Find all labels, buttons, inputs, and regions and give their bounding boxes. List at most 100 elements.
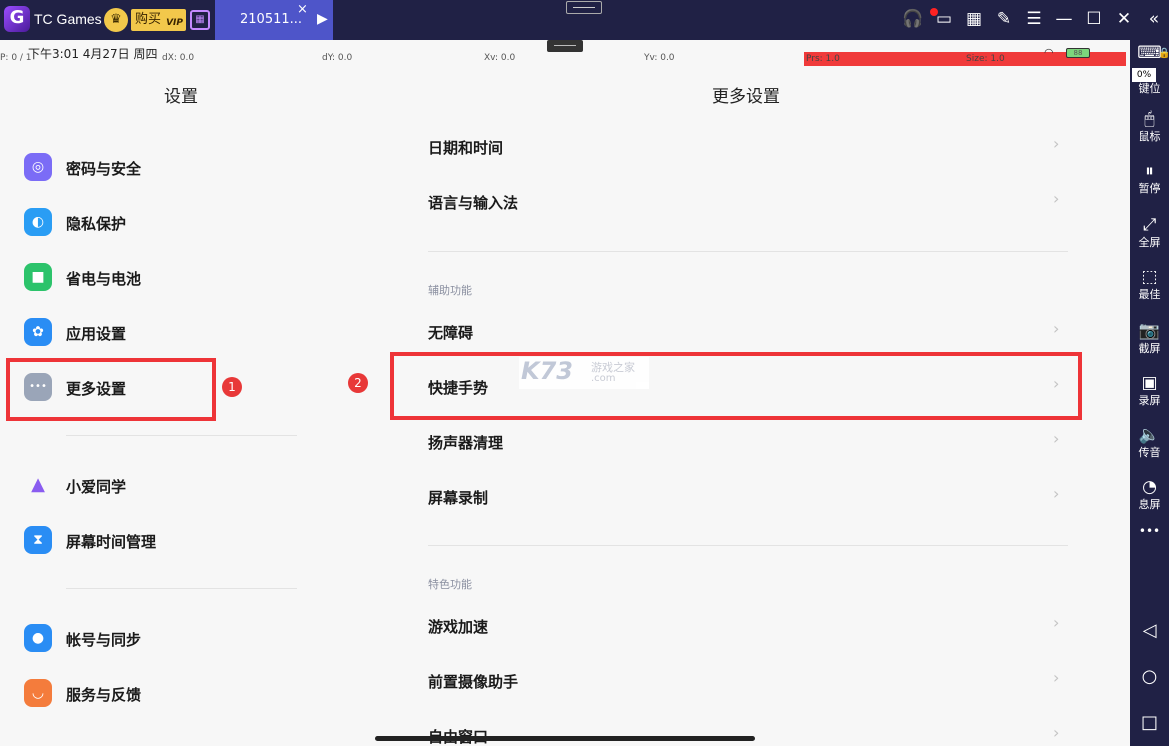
pause-icon: ⏸ (1145, 161, 1154, 181)
fullscreen-button[interactable]: ⤢ 全屏 (1130, 214, 1169, 249)
mouse-button[interactable]: 🖱 鼠标 (1130, 108, 1169, 143)
mouse-label: 鼠标 (1138, 130, 1161, 143)
settings-item-label: 密码与安全 (66, 160, 142, 178)
highlight-box-2 (390, 352, 1082, 420)
collapse-icon[interactable]: « (1142, 9, 1166, 29)
keymap-label: 键位 (1138, 82, 1161, 95)
mouse-icon: 🖱 (1144, 109, 1155, 129)
tab-arrow-icon[interactable]: ▶ (317, 11, 328, 27)
crown-icon[interactable]: ♛ (104, 8, 128, 32)
xv-readout: Xv: 0.0 (484, 53, 516, 63)
pointer-count: P: 0 / 1 (0, 53, 32, 63)
chevron-right-icon: › (1053, 189, 1060, 208)
watermark: K73 游戏之家 .com (519, 357, 649, 389)
maximize-icon[interactable]: ☐ (1082, 9, 1106, 29)
record-button[interactable]: ▣ 录屏 (1130, 372, 1169, 407)
highlight-box-1 (6, 358, 216, 421)
pin-icon[interactable]: ✎ (992, 9, 1016, 29)
home-icon[interactable]: ○ (1130, 666, 1169, 687)
battery-icon: 88 (1066, 48, 1090, 58)
prs-readout: Prs: 1.0 (806, 54, 840, 64)
watermark-domain: .com (591, 373, 616, 384)
yv-readout: Yv: 0.0 (644, 53, 675, 63)
pause-button[interactable]: ⏸ 暂停 (1130, 160, 1169, 195)
settings-item-label: 屏幕时间管理 (66, 533, 157, 551)
size-readout: Size: 1.0 (966, 54, 1005, 64)
keymap-label-wrap[interactable]: 键位 (1130, 82, 1169, 95)
settings-item-label: 隐私保护 (66, 215, 127, 233)
close-icon[interactable]: ✕ (1112, 9, 1136, 29)
chevron-right-icon: › (1053, 668, 1060, 687)
xiaoai-icon: ▲ (31, 474, 45, 495)
more-settings-title: 更多设置 (712, 87, 780, 107)
settings-row-accessibility[interactable]: 无障碍 (428, 322, 473, 343)
window-handle[interactable] (547, 40, 583, 52)
grid-icon[interactable]: ▦ (962, 9, 986, 29)
title-bar: G TC Games ♛ 购买 VIP ▦ 210511... × ▶ 🎧 ▭ ▦… (0, 0, 1169, 40)
divider (428, 545, 1068, 546)
feedback-icon: ◡ (24, 679, 52, 707)
vip-label: VIP (166, 18, 183, 28)
chat-icon[interactable]: ▭ (932, 9, 956, 29)
chevron-right-icon: › (1053, 429, 1060, 448)
settings-item-label: 服务与反馈 (66, 686, 142, 704)
settings-item-label: 应用设置 (66, 325, 127, 343)
settings-row-gestures[interactable]: 快捷手势 (428, 377, 488, 398)
settings-row-game-boost[interactable]: 游戏加速 (428, 616, 488, 637)
screen-off-label: 息屏 (1138, 498, 1161, 511)
best-fit-button[interactable]: ⬚ 最佳 (1130, 266, 1169, 301)
more-options-icon[interactable]: ••• (1130, 524, 1169, 538)
best-fit-icon: ⬚ (1141, 267, 1158, 287)
gear-icon: ✿ (24, 318, 52, 346)
settings-item-label: 小爱同学 (66, 478, 127, 496)
audio-label: 传音 (1138, 446, 1161, 459)
audio-icon: 🔈 (1138, 425, 1161, 445)
screenshot-label: 截屏 (1138, 342, 1161, 355)
section-accessibility: 辅助功能 (428, 284, 472, 297)
recent-apps-icon[interactable]: □ (1130, 712, 1169, 733)
keymap-button[interactable]: ⌨ 🔒 (1130, 42, 1169, 64)
divider (66, 435, 297, 436)
camera-icon: 📷 (1138, 321, 1161, 341)
menu-icon[interactable]: ☰ (1022, 9, 1046, 29)
drag-handle[interactable] (566, 1, 602, 14)
user-icon: ● (24, 624, 52, 652)
lock-icon: 🔒 (1158, 48, 1169, 59)
buy-label: 购买 (135, 12, 162, 27)
screen-off-button[interactable]: ◔ 息屏 (1130, 476, 1169, 511)
chevron-right-icon: › (1053, 134, 1060, 153)
record-icon: ▣ (1141, 373, 1158, 393)
back-icon[interactable]: ◁ (1130, 620, 1169, 641)
device-tab[interactable]: 210511... × ▶ (215, 0, 333, 40)
privacy-icon: ◐ (24, 208, 52, 236)
step-badge-1: 1 (222, 377, 242, 397)
fingerprint-icon: ◎ (24, 153, 52, 181)
settings-row-language[interactable]: 语言与输入法 (428, 192, 518, 213)
watermark-logo: K73 (521, 357, 573, 385)
calendar-icon[interactable]: ▦ (190, 10, 210, 30)
fullscreen-icon: ⤢ (1142, 215, 1157, 235)
settings-row-speaker-clean[interactable]: 扬声器清理 (428, 432, 503, 453)
audio-button[interactable]: 🔈 传音 (1130, 424, 1169, 459)
chevron-right-icon: › (1053, 484, 1060, 503)
settings-row-date-time[interactable]: 日期和时间 (428, 137, 503, 158)
screenshot-button[interactable]: 📷 截屏 (1130, 320, 1169, 355)
headset-icon[interactable]: 🎧 (901, 9, 925, 29)
app-name: TC Games (34, 11, 102, 27)
step-badge-2: 2 (348, 373, 368, 393)
settings-row-screen-record[interactable]: 屏幕录制 (428, 487, 488, 508)
divider (428, 251, 1068, 252)
buy-vip-button[interactable]: 购买 VIP (131, 9, 186, 31)
chevron-right-icon: › (1053, 613, 1060, 632)
tab-close-icon[interactable]: × (297, 2, 308, 17)
chevron-right-icon: › (1053, 374, 1060, 393)
divider (66, 588, 297, 589)
minimize-icon[interactable]: — (1052, 9, 1076, 29)
settings-item-label: 帐号与同步 (66, 631, 142, 649)
home-indicator[interactable] (375, 736, 755, 741)
status-time: 下午3:01 4月27日 周四 (28, 47, 158, 61)
hourglass-icon: ⧗ (24, 526, 52, 554)
settings-row-front-camera[interactable]: 前置摄像助手 (428, 671, 518, 692)
best-fit-label: 最佳 (1138, 288, 1161, 301)
record-label: 录屏 (1138, 394, 1161, 407)
